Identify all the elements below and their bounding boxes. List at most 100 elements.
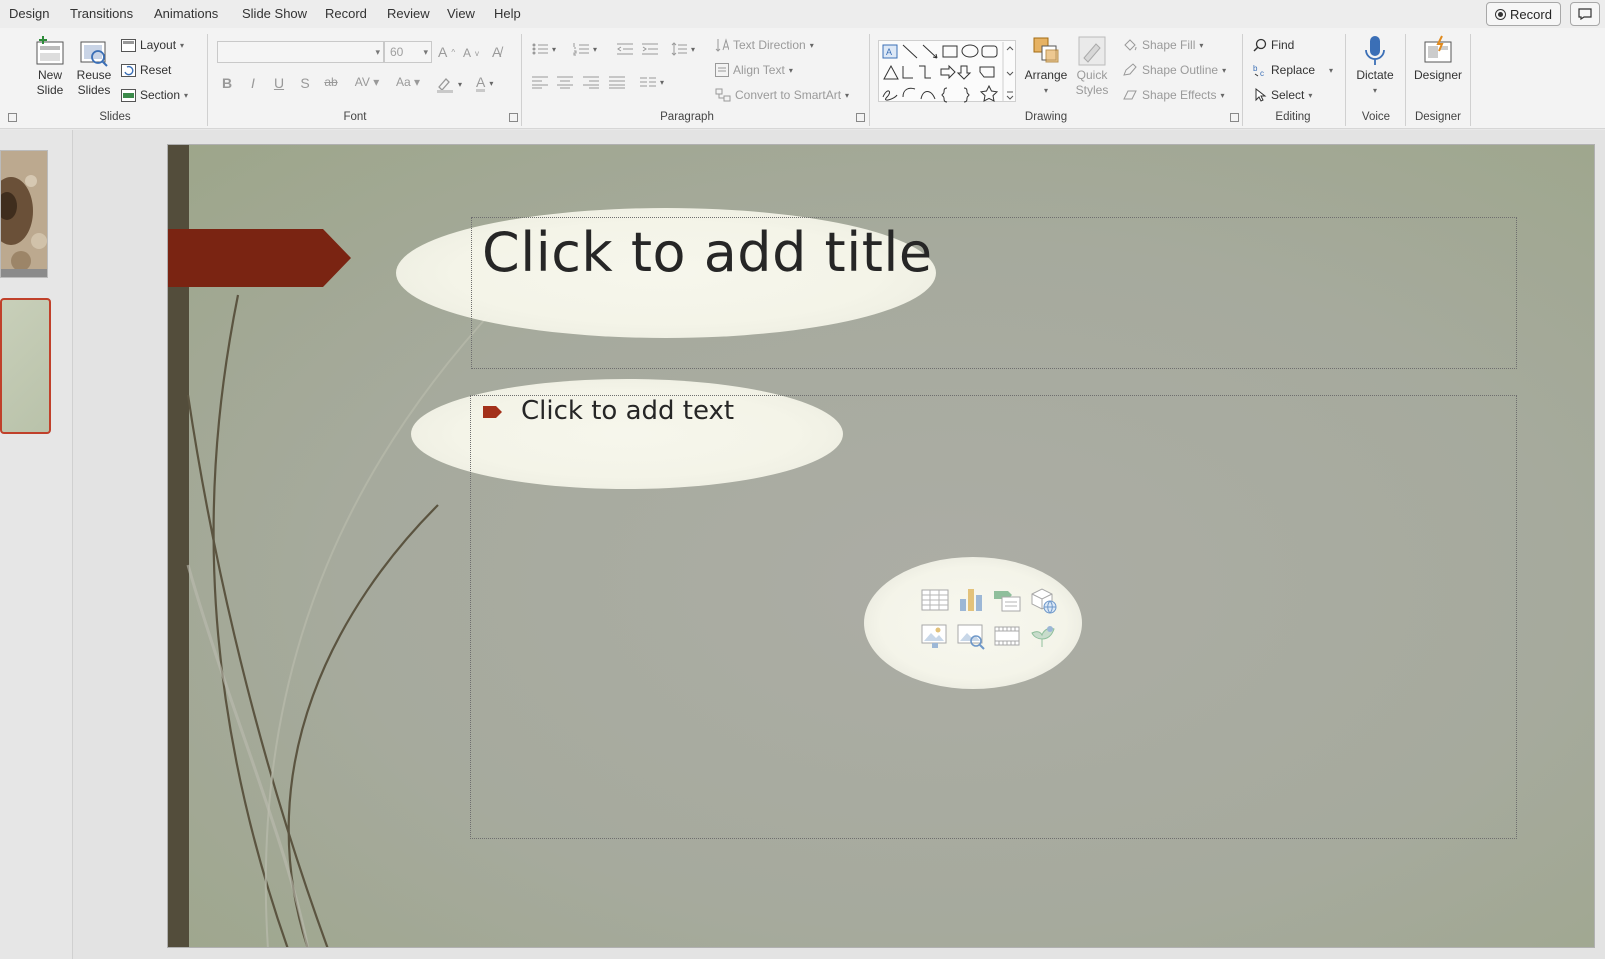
decrease-font-size-icon[interactable]: Av [463, 46, 479, 60]
online-picture-icon[interactable] [956, 621, 986, 651]
tab-record[interactable]: Record [325, 6, 367, 21]
slide[interactable]: Click to add title Click to add text [167, 144, 1595, 948]
slide-thumbnail-image [1, 151, 47, 277]
title-placeholder-text[interactable]: Click to add title [482, 221, 933, 284]
font-name-combo[interactable]: ▾ [217, 41, 384, 63]
shapes-gallery-icons: A [882, 42, 1014, 103]
font-size-combo[interactable]: 60 ▾ [384, 41, 432, 63]
chevron-down-icon: ▾ [809, 40, 814, 50]
replace-icon: bc [1253, 64, 1264, 77]
smartart-icon [715, 88, 731, 102]
reset-icon [121, 63, 136, 77]
decrease-indent-icon[interactable] [617, 42, 633, 56]
justify-icon[interactable] [609, 75, 625, 89]
layout-icon [121, 38, 136, 52]
slide-thumbnail-2-selected[interactable] [0, 298, 51, 434]
tab-help[interactable]: Help [494, 6, 521, 21]
arrange-button[interactable]: Arrange ▾ [1024, 34, 1068, 98]
align-text-button[interactable]: Align Text ▾ [715, 63, 793, 77]
dictate-label: Dictate [1356, 68, 1394, 82]
chevron-down-icon: ▾ [845, 90, 850, 100]
shape-outline-button[interactable]: Shape Outline ▾ [1122, 63, 1226, 77]
chevron-down-icon: ▾ [180, 40, 185, 50]
dialog-launcher-icon[interactable] [509, 113, 518, 122]
align-left-icon[interactable] [532, 75, 548, 89]
record-button[interactable]: Record [1486, 2, 1561, 26]
section-button[interactable]: Section ▾ [121, 88, 188, 102]
reuse-slides-button[interactable]: Reuse Slides [73, 34, 115, 98]
paragraph-group-label: Paragraph [660, 111, 714, 123]
chevron-down-icon: ▾ [1308, 90, 1313, 100]
font-color-icon[interactable]: A ▾ [476, 75, 493, 92]
increase-font-size-icon[interactable]: A ^ [438, 44, 455, 60]
shadow-icon[interactable]: S [295, 75, 315, 91]
bullets-icon[interactable]: ▾ [532, 42, 556, 56]
dialog-launcher-icon[interactable] [856, 113, 865, 122]
table-icon[interactable] [920, 585, 950, 615]
italic-icon[interactable]: I [243, 75, 263, 91]
comment-icon [1578, 8, 1592, 20]
svg-text:c: c [1260, 69, 1264, 77]
dialog-launcher-icon[interactable] [1230, 113, 1239, 122]
tab-view[interactable]: View [447, 6, 475, 21]
smartart-icon[interactable] [992, 585, 1022, 615]
character-spacing-icon[interactable]: AV ▾ [350, 75, 384, 89]
replace-button[interactable]: bc Replace ▾ [1253, 63, 1333, 77]
arrange-label: Arrange [1024, 68, 1068, 82]
convert-smartart-button[interactable]: Convert to SmartArt ▾ [715, 88, 849, 102]
line-spacing-icon[interactable]: ▾ [671, 42, 695, 56]
dictate-button[interactable]: Dictate ▾ [1352, 34, 1398, 98]
layout-button[interactable]: Layout ▾ [121, 38, 184, 52]
dialog-launcher-icon[interactable] [8, 113, 17, 122]
clear-formatting-icon[interactable]: A̸ [492, 44, 501, 60]
chart-icon[interactable] [956, 585, 986, 615]
video-icon[interactable] [992, 621, 1022, 651]
group-separator [207, 34, 208, 126]
icons-icon[interactable] [1028, 621, 1058, 651]
tab-slide-show[interactable]: Slide Show [242, 6, 307, 21]
new-slide-button[interactable]: New Slide [30, 34, 70, 98]
find-button[interactable]: Find [1253, 38, 1294, 52]
reuse-slides-icon [80, 41, 108, 67]
underline-icon[interactable]: U [269, 75, 289, 91]
align-center-icon[interactable] [557, 75, 573, 89]
increase-indent-icon[interactable] [642, 42, 658, 56]
body-placeholder-text[interactable]: Click to add text [521, 396, 734, 426]
strikethrough-icon[interactable]: ab [321, 75, 341, 89]
shape-effects-icon [1123, 90, 1137, 100]
chevron-down-icon: ▾ [1043, 86, 1048, 95]
text-direction-button[interactable]: Text Direction ▾ [715, 38, 814, 52]
designer-label: Designer [1413, 68, 1463, 82]
shape-fill-button[interactable]: Shape Fill ▾ [1122, 38, 1203, 52]
tab-transitions[interactable]: Transitions [70, 6, 133, 21]
voice-group-label: Voice [1361, 111, 1391, 123]
align-right-icon[interactable] [583, 75, 599, 89]
align-text-label: Align Text [733, 63, 785, 77]
tab-animations[interactable]: Animations [154, 6, 218, 21]
shapes-gallery[interactable]: A [878, 40, 1016, 103]
select-button[interactable]: Select ▾ [1253, 88, 1312, 102]
numbering-icon[interactable]: ▾ [573, 42, 597, 56]
change-case-icon[interactable]: Aa ▾ [392, 75, 424, 89]
chevron-down-icon: ▾ [375, 47, 380, 57]
chevron-down-icon: ▾ [1199, 40, 1204, 50]
shape-effects-button[interactable]: Shape Effects ▾ [1122, 88, 1225, 102]
tab-design[interactable]: Design [9, 6, 49, 21]
paint-bucket-icon [1124, 39, 1137, 51]
menu-bar: Design Transitions Animations Slide Show… [0, 0, 1605, 28]
designer-button[interactable]: Designer [1410, 34, 1466, 83]
picture-icon[interactable] [920, 621, 950, 651]
bold-icon[interactable]: B [217, 75, 237, 91]
svg-text:A: A [886, 47, 892, 57]
tab-review[interactable]: Review [387, 6, 430, 21]
comments-button[interactable] [1570, 2, 1600, 26]
3d-model-icon[interactable] [1028, 585, 1058, 615]
slide-thumbnail-1[interactable] [0, 150, 48, 278]
powerpoint-window: Design Transitions Animations Slide Show… [0, 0, 1605, 959]
font-size-value: 60 [390, 45, 404, 59]
reset-button[interactable]: Reset [121, 63, 171, 77]
columns-icon[interactable]: ▾ [640, 75, 664, 89]
reset-label: Reset [140, 63, 172, 77]
highlight-color-icon[interactable]: ▾ [436, 75, 462, 93]
quick-styles-button[interactable]: Quick Styles [1070, 34, 1114, 98]
